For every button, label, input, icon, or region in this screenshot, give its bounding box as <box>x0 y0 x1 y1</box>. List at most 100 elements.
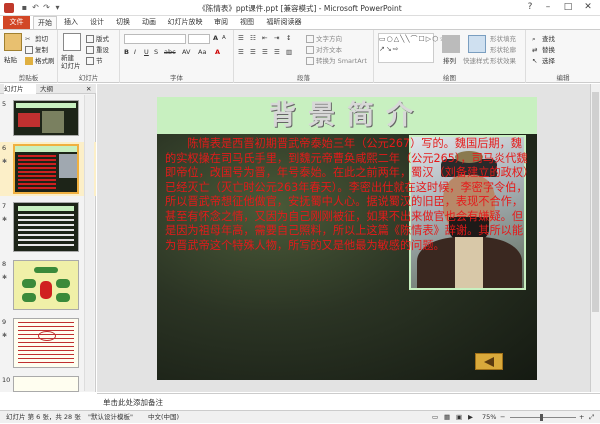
justify-icon[interactable]: ☰ <box>274 48 280 56</box>
align-right-icon[interactable]: ☰ <box>262 48 268 56</box>
tab-animations[interactable]: 动画 <box>140 16 158 29</box>
zoom-slider-thumb[interactable] <box>540 414 543 421</box>
text-direction-icon <box>306 35 314 43</box>
slide-number: 8 <box>2 260 7 268</box>
minimize-icon[interactable]: – <box>538 0 558 15</box>
fit-slide-icon[interactable]: ⤢ <box>589 411 594 424</box>
zoom-slider[interactable] <box>510 417 576 418</box>
vertical-scrollbar[interactable] <box>590 84 600 392</box>
numbering-icon[interactable]: ☷ <box>250 34 256 42</box>
normal-view-icon[interactable]: ▭ <box>432 411 438 424</box>
tab-file[interactable]: 文件 <box>3 16 30 29</box>
slide-thumb[interactable]: 9 ✱ <box>0 316 96 370</box>
slide-sorter-icon[interactable]: ▦ <box>444 411 450 424</box>
tab-slides[interactable]: 幻灯片 <box>4 84 36 94</box>
cut-button[interactable]: ✂ 剪切 <box>25 33 48 43</box>
shadow-icon[interactable]: S <box>154 48 158 56</box>
tab-view[interactable]: 视图 <box>238 16 256 29</box>
font-color-icon[interactable]: A <box>215 48 220 56</box>
quick-styles-icon[interactable] <box>468 35 486 53</box>
tab-review[interactable]: 审阅 <box>212 16 230 29</box>
find-button[interactable]: ⌕ 查找 <box>532 33 555 43</box>
zoom-level[interactable]: 75% <box>482 411 496 424</box>
char-spacing-icon[interactable]: AV <box>182 48 190 56</box>
slide-preview <box>13 202 79 252</box>
tab-design[interactable]: 设计 <box>88 16 106 29</box>
slide-number: 9 <box>2 318 7 326</box>
help-icon[interactable]: ? <box>520 0 540 15</box>
paste-button[interactable]: 粘贴 <box>4 54 17 64</box>
back-arrow-button[interactable] <box>475 353 503 370</box>
close-icon[interactable]: ✕ <box>578 0 598 15</box>
slide-thumb[interactable]: 8 ✱ <box>0 258 96 312</box>
strikethrough-icon[interactable]: abc <box>164 48 176 56</box>
reading-view-icon[interactable]: ▣ <box>456 411 462 424</box>
maximize-icon[interactable]: □ <box>558 0 578 15</box>
title-bar: ▪ ↶ ↷ ▾ 《陈情表》ppt课件.ppt [兼容模式] - Microsof… <box>0 0 600 16</box>
close-pane-icon[interactable]: ✕ <box>86 84 94 94</box>
align-left-icon[interactable]: ☰ <box>238 48 244 56</box>
grow-font-icon[interactable]: A <box>213 34 218 42</box>
layout-button[interactable]: 版式 <box>86 33 109 43</box>
tab-home[interactable]: 开始 <box>33 16 57 29</box>
language[interactable]: 中文(中国) <box>148 411 179 424</box>
scroll-thumb[interactable] <box>592 92 599 312</box>
font-name-field[interactable] <box>124 34 186 44</box>
zoom-in-icon[interactable]: + <box>579 411 584 424</box>
tab-insert[interactable]: 插入 <box>62 16 80 29</box>
clipboard-group: 粘贴 ✂ 剪切 复制 格式刷 剪贴板 <box>0 30 58 83</box>
text-direction-button[interactable]: 文字方向 <box>306 33 342 43</box>
shape-effects-button[interactable]: 形状效果 <box>490 55 516 65</box>
tab-outline[interactable]: 大纲 <box>40 84 64 94</box>
zoom-out-icon[interactable]: − <box>500 411 505 424</box>
reset-button[interactable]: 重设 <box>86 44 109 54</box>
notes-pane[interactable]: 单击此处添加备注 <box>97 393 600 410</box>
columns-icon[interactable]: ▥ <box>286 48 292 56</box>
slide-thumb[interactable]: 5 <box>0 98 96 138</box>
shape-fill-button[interactable]: 形状填充 <box>490 33 516 43</box>
thumbnail-scrollbar[interactable] <box>84 95 94 391</box>
change-case-icon[interactable]: Aa <box>198 48 206 56</box>
decrease-indent-icon[interactable]: ⇤ <box>262 34 267 42</box>
align-text-button[interactable]: 对齐文本 <box>306 44 342 54</box>
shapes-gallery[interactable]: ▭○△╲╲⌒☐▷⬡☆{}↗↘⇨ <box>378 33 457 63</box>
shrink-font-icon[interactable]: A <box>222 35 226 41</box>
tab-transitions[interactable]: 切换 <box>114 16 132 29</box>
italic-icon[interactable]: I <box>134 48 136 56</box>
editing-label: 编辑 <box>556 74 570 82</box>
line-spacing-icon[interactable]: ↕ <box>286 34 291 42</box>
drawing-label: 绘图 <box>443 74 456 82</box>
align-center-icon[interactable]: ☰ <box>250 48 256 56</box>
bullets-icon[interactable]: ☰ <box>238 34 244 42</box>
slideshow-icon[interactable]: ▶ <box>468 411 473 424</box>
slide-thumb[interactable]: 7 ✱ <box>0 200 96 254</box>
slide-title[interactable]: 背景简介 <box>157 97 537 134</box>
paste-icon[interactable] <box>4 33 22 51</box>
arrange-icon[interactable] <box>442 35 460 53</box>
new-slide-icon[interactable] <box>63 33 81 51</box>
underline-icon[interactable]: U <box>144 48 149 56</box>
current-slide[interactable]: 背景简介 陈情表是西晋初期晋武帝泰始三年（公元267）写的。魏国后期，魏的实权操… <box>157 97 537 380</box>
arrange-button[interactable]: 排列 <box>443 55 456 65</box>
select-button[interactable]: ↖ 选择 <box>532 55 555 65</box>
format-painter-button[interactable]: 格式刷 <box>25 55 55 65</box>
window-title: 《陈情表》ppt课件.ppt [兼容模式] - Microsoft PowerP… <box>198 4 402 13</box>
bold-icon[interactable]: B <box>124 48 129 56</box>
brush-icon <box>25 57 33 65</box>
pane-tabs: 幻灯片 大纲 ✕ <box>0 84 96 94</box>
copy-button[interactable]: 复制 <box>25 44 48 54</box>
smartart-button[interactable]: 转换为 SmartArt <box>306 55 367 65</box>
replace-button[interactable]: ⇄ 替换 <box>532 44 555 54</box>
section-button[interactable]: 节 <box>86 55 103 65</box>
slide-thumb[interactable]: 10 <box>0 374 96 392</box>
slide-thumb-selected[interactable]: 6 ✱ <box>0 142 96 196</box>
slides-group: 新建 幻灯片 版式 重设 节 幻灯片 <box>58 30 120 83</box>
shape-outline-button[interactable]: 形状轮廓 <box>490 44 516 54</box>
increase-indent-icon[interactable]: ⇥ <box>274 34 279 42</box>
font-size-field[interactable] <box>188 34 210 44</box>
new-slide-button[interactable]: 新建 幻灯片 <box>61 54 81 70</box>
tab-slideshow[interactable]: 幻灯片放映 <box>166 16 204 29</box>
tab-foxit[interactable]: 福昕阅读器 <box>264 16 304 29</box>
quick-styles-button[interactable]: 快速样式 <box>463 55 489 65</box>
slide-body-text[interactable]: 陈情表是西晋初期晋武帝泰始三年（公元267）写的。魏国后期，魏的实权操在司马氏手… <box>165 137 530 253</box>
